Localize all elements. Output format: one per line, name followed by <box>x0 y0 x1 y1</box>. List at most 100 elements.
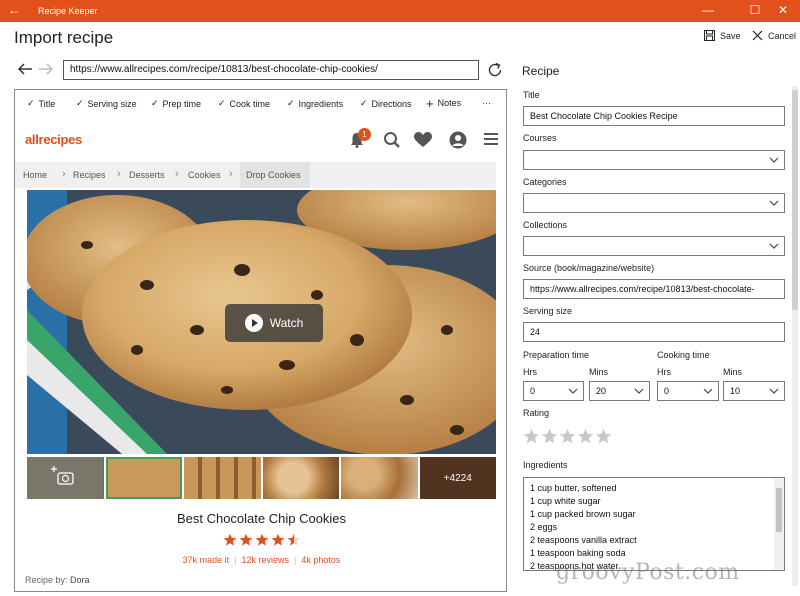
recipe-star-rating <box>223 533 301 547</box>
source-input[interactable]: https://www.allrecipes.com/recipe/10813/… <box>523 279 785 299</box>
ingredient-line: 2 eggs <box>530 522 558 532</box>
save-label: Save <box>720 30 741 41</box>
back-arrow-icon[interactable]: ← <box>8 4 20 16</box>
cancel-button[interactable]: Cancel <box>752 30 796 41</box>
breadcrumb-item[interactable]: Recipes <box>73 170 106 180</box>
browser-back-icon[interactable] <box>17 62 33 76</box>
star-icon <box>271 533 285 546</box>
chevron-down-icon <box>769 200 779 206</box>
more-photos-count: +4224 <box>419 457 496 499</box>
page-title: Import recipe <box>14 28 114 47</box>
reviews-link[interactable]: 12k reviews <box>241 555 289 565</box>
serving-size-input[interactable]: 24 <box>523 322 785 342</box>
ingredient-line: 1 cup white sugar <box>530 496 601 506</box>
ingredients-scrollbar[interactable] <box>774 478 784 570</box>
save-button[interactable]: Save <box>704 30 741 41</box>
url-input[interactable]: https://www.allrecipes.com/recipe/10813/… <box>63 60 479 80</box>
maximize-button[interactable]: ☐ <box>747 3 763 17</box>
rating-star-icon[interactable] <box>541 428 558 445</box>
rating-input[interactable] <box>523 428 612 445</box>
more-photos-thumbnail[interactable]: +4224 <box>419 457 496 499</box>
checkmark-icon: ✓ <box>218 98 226 108</box>
star-icon <box>239 533 253 546</box>
photo-thumbnail[interactable] <box>105 457 182 499</box>
user-icon[interactable] <box>449 131 467 149</box>
ingredients-scrollbar-thumb[interactable] <box>776 488 782 532</box>
rating-star-icon[interactable] <box>595 428 612 445</box>
rating-star-icon[interactable] <box>523 428 540 445</box>
plus-icon: + <box>426 95 434 111</box>
courses-dropdown[interactable] <box>523 150 785 170</box>
categories-dropdown[interactable] <box>523 193 785 213</box>
more-options-button[interactable]: ··· <box>482 98 491 108</box>
cook-hrs-dropdown[interactable]: 0 <box>657 381 719 401</box>
save-icon <box>704 30 715 41</box>
field-button-ingredients[interactable]: ✓ Ingredients <box>287 98 343 109</box>
photo-thumbnail[interactable] <box>262 457 339 499</box>
field-button-notes[interactable]: + Notes <box>426 95 461 111</box>
chevron-right-icon: › <box>229 168 233 180</box>
close-button[interactable]: ✕ <box>775 3 791 17</box>
ingredient-line: 1 cup butter, softened <box>530 483 617 493</box>
add-photo-thumbnail[interactable] <box>27 457 104 499</box>
chevron-right-icon: › <box>175 168 179 180</box>
cook-mins-label: Mins <box>723 367 743 377</box>
browser-view[interactable]: ✓ Title ✓ Serving size ✓ Prep time ✓ Cook ti… <box>14 89 507 592</box>
cancel-icon <box>752 30 763 41</box>
recipe-hero-image[interactable]: Watch <box>27 190 496 454</box>
rating-star-icon[interactable] <box>559 428 576 445</box>
site-header: allrecipes 1 <box>15 124 506 158</box>
field-button-prep-time[interactable]: ✓ Prep time <box>151 98 201 109</box>
field-button-title[interactable]: ✓ Title <box>27 98 55 109</box>
minimize-button[interactable]: — <box>700 3 716 17</box>
play-icon <box>244 314 263 332</box>
field-button-serving-size[interactable]: ✓ Serving size <box>76 98 137 109</box>
recipe-name: Best Chocolate Chip Cookies <box>176 511 347 526</box>
prep-mins-dropdown[interactable]: 20 <box>589 381 650 401</box>
photo-thumbnail[interactable] <box>341 457 418 499</box>
field-button-cook-time[interactable]: ✓ Cook time <box>218 98 270 109</box>
cook-time-label: Cooking time <box>657 350 710 360</box>
prep-hrs-dropdown[interactable]: 0 <box>523 381 584 401</box>
photos-link[interactable]: 4k photos <box>301 555 340 565</box>
site-logo[interactable]: allrecipes <box>25 132 82 147</box>
breadcrumb-item-current[interactable]: Drop Cookies <box>240 162 310 188</box>
browser-forward-icon[interactable] <box>38 62 54 76</box>
collections-dropdown[interactable] <box>523 236 785 256</box>
panel-scrollbar[interactable] <box>792 86 798 586</box>
star-icon <box>287 533 301 546</box>
chevron-down-icon <box>769 388 779 394</box>
field-button-directions[interactable]: ✓ Directions <box>360 98 412 109</box>
refresh-icon[interactable] <box>486 61 504 79</box>
categories-label: Categories <box>523 177 567 187</box>
ingredient-line: 1 cup packed brown sugar <box>530 509 636 519</box>
window-titlebar: ← Recipe Keeper — ☐ ✕ <box>0 0 800 22</box>
watch-label: Watch <box>269 316 304 330</box>
breadcrumb-item[interactable]: Home <box>23 170 47 180</box>
title-label: Title <box>523 90 540 100</box>
source-label: Source (book/magazine/website) <box>523 263 655 273</box>
heart-icon[interactable] <box>413 131 433 149</box>
collections-label: Collections <box>523 220 568 230</box>
app-title: Recipe Keeper <box>38 6 98 16</box>
add-photo-icon <box>27 457 103 499</box>
breadcrumb-item[interactable]: Cookies <box>188 170 221 180</box>
checkmark-icon: ✓ <box>360 98 368 108</box>
author-name[interactable]: Dora <box>70 575 90 585</box>
breadcrumb-item[interactable]: Desserts <box>129 170 165 180</box>
separator: | <box>294 555 297 565</box>
notification-badge: 1 <box>358 128 371 141</box>
photo-thumbnails: +4224 <box>27 457 496 499</box>
photo-thumbnail[interactable] <box>184 457 261 499</box>
ingredients-textarea[interactable]: 1 cup butter, softened 1 cup white sugar 1… <box>523 477 785 571</box>
panel-scrollbar-thumb[interactable] <box>792 90 798 310</box>
rating-star-icon[interactable] <box>577 428 594 445</box>
ingredient-line: 2 teaspoons vanilla extract <box>530 535 637 545</box>
chevron-down-icon <box>703 388 713 394</box>
made-it-link[interactable]: 37k made it <box>183 555 230 565</box>
cook-mins-dropdown[interactable]: 10 <box>723 381 785 401</box>
search-icon[interactable] <box>383 131 401 149</box>
watch-video-button[interactable]: Watch <box>225 304 323 342</box>
title-input[interactable]: Best Chocolate Chip Cookies Recipe <box>523 106 785 126</box>
hamburger-menu-icon[interactable] <box>483 131 499 147</box>
